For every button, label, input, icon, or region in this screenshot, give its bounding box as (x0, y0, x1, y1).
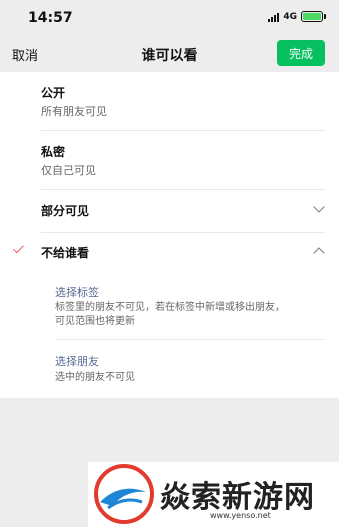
checkmark-icon (13, 242, 24, 254)
watermark-logo-icon (94, 464, 154, 524)
option-exclude[interactable]: 不给谁看 (0, 233, 339, 273)
option-public-title: 公开 (41, 86, 66, 100)
select-tags-desc-line1: 标签里的朋友不可见，若在标签中新增或移出朋友， (55, 302, 285, 313)
option-partial[interactable]: 部分可见 (0, 190, 339, 232)
select-friends-link[interactable]: 选择朋友 (55, 353, 99, 369)
option-exclude-title: 不给谁看 (41, 246, 90, 260)
select-tags-desc-line2: 可见范围也将更新 (55, 316, 135, 327)
option-public[interactable]: 公开 所有朋友可见 (0, 72, 339, 130)
select-friends-desc: 选中的朋友不可见 (55, 372, 135, 383)
visibility-options-panel: 公开 所有朋友可见 私密 仅自己可见 部分可见 不给谁看 选择标签 标签里的朋友… (0, 72, 339, 398)
status-bar: 14:57 4G (0, 0, 339, 36)
status-time: 14:57 (28, 10, 73, 26)
chevron-down-icon (313, 201, 325, 213)
option-private[interactable]: 私密 仅自己可见 (0, 131, 339, 189)
watermark-text: 焱索新游网 (160, 480, 315, 515)
watermark-url: www.yenso.net (210, 511, 271, 520)
battery-icon (301, 11, 326, 22)
select-friends-item[interactable]: 选择朋友 选中的朋友不可见 (0, 340, 339, 398)
nav-bar: 取消 谁可以看 完成 (0, 36, 339, 72)
option-partial-title: 部分可见 (41, 204, 90, 218)
chevron-up-icon (313, 247, 325, 259)
option-public-desc: 所有朋友可见 (41, 105, 107, 118)
signal-icon (268, 12, 280, 22)
select-tags-link[interactable]: 选择标签 (55, 284, 99, 300)
status-icons: 4G (268, 11, 326, 22)
done-button[interactable]: 完成 (277, 40, 325, 66)
option-private-title: 私密 (41, 145, 66, 159)
network-label: 4G (283, 11, 297, 22)
option-private-desc: 仅自己可见 (41, 164, 96, 177)
select-tags-item[interactable]: 选择标签 标签里的朋友不可见，若在标签中新增或移出朋友， 可见范围也将更新 (0, 273, 339, 339)
